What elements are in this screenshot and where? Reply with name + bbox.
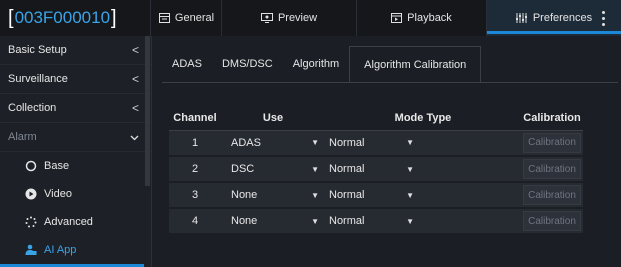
sidebar-subitem-label: Base — [44, 160, 70, 172]
video-icon — [24, 187, 38, 201]
tab-adas[interactable]: ADAS — [162, 46, 212, 82]
chevron-down-icon — [130, 130, 139, 144]
more-menu-icon[interactable] — [585, 0, 621, 36]
tab-divider — [162, 82, 618, 83]
use-select-value: None — [231, 215, 258, 227]
sidebar-subitem-video[interactable]: Video — [0, 180, 151, 208]
sidebar-subitem-label: Advanced — [44, 216, 93, 228]
use-select[interactable]: DSC ▼ — [221, 158, 325, 180]
tab-playback[interactable]: Playback — [357, 0, 487, 36]
device-id-label: [003F000010] — [0, 0, 151, 36]
mode-type-select[interactable]: Normal ▼ — [325, 132, 420, 154]
preferences-icon — [515, 13, 527, 23]
use-select[interactable]: ADAS ▼ — [221, 132, 325, 154]
table-row: 2 DSC ▼ Normal ▼ Calibration — [169, 156, 583, 183]
calibration-table: Channel Use Mode Type Calibration 1 ADAS… — [169, 106, 583, 235]
sidebar-scrollbar[interactable] — [145, 36, 150, 186]
sidebar-item-label: Alarm — [8, 131, 37, 143]
channel-cell: 3 — [169, 182, 221, 209]
column-header-calibration: Calibration — [521, 106, 583, 131]
tab-dms-dsc[interactable]: DMS/DSC — [212, 46, 283, 82]
table-row: 1 ADAS ▼ Normal ▼ Calibration — [169, 130, 583, 157]
preview-icon — [260, 13, 273, 23]
calibration-button[interactable]: Calibration — [523, 159, 581, 179]
column-header-mode-type: Mode Type — [325, 106, 521, 131]
table-header-row: Channel Use Mode Type Calibration — [169, 106, 583, 131]
sidebar-subitem-label: AI App — [44, 244, 77, 256]
use-select-value: ADAS — [231, 136, 261, 149]
playback-icon — [391, 13, 403, 23]
use-select[interactable]: None ▼ — [221, 210, 325, 232]
mode-type-select[interactable]: Normal ▼ — [325, 184, 420, 206]
sidebar-item-basic-setup[interactable]: Basic Setup < — [0, 36, 151, 65]
sidebar-subitem-advanced[interactable]: Advanced — [0, 208, 151, 236]
chevron-left-icon: < — [131, 43, 139, 57]
sidebar: Basic Setup < Surveillance < Collection … — [0, 36, 152, 267]
use-select[interactable]: None ▼ — [221, 184, 325, 206]
dropdown-caret-icon: ▼ — [311, 138, 319, 148]
table-row: 4 None ▼ Normal ▼ Calibration — [169, 208, 583, 235]
tab-preferences-label: Preferences — [532, 12, 593, 24]
tab-algorithm[interactable]: Algorithm — [283, 46, 349, 82]
tab-preview[interactable]: Preview — [222, 0, 357, 36]
general-icon — [158, 13, 170, 23]
main-content: ADAS DMS/DSC Algorithm Algorithm Calibra… — [152, 36, 621, 267]
mode-type-select[interactable]: Normal ▼ — [325, 210, 420, 232]
sidebar-subitem-ai-app[interactable]: AI App — [0, 236, 151, 264]
calibration-button[interactable]: Calibration — [523, 211, 581, 231]
use-select-value: DSC — [231, 163, 255, 175]
chevron-left-icon: < — [131, 72, 139, 86]
advanced-icon — [24, 215, 38, 229]
tab-general[interactable]: General — [152, 0, 222, 36]
column-header-use: Use — [221, 106, 325, 131]
mode-select-value: Normal — [329, 215, 365, 227]
tab-preview-label: Preview — [277, 12, 318, 24]
dropdown-caret-icon: ▼ — [311, 164, 319, 174]
sidebar-subitem-base[interactable]: Base — [0, 152, 151, 180]
sidebar-item-label: Collection — [8, 102, 57, 114]
dropdown-caret-icon: ▼ — [406, 138, 414, 148]
use-select-value: None — [231, 189, 258, 201]
sidebar-item-label: Surveillance — [8, 73, 68, 85]
mode-select-value: Normal — [329, 163, 365, 175]
channel-cell: 4 — [169, 208, 221, 235]
top-bar: [003F000010] General Preview Playback Pr… — [0, 0, 621, 36]
calibration-button[interactable]: Calibration — [523, 132, 581, 153]
tab-playback-label: Playback — [407, 12, 452, 24]
dropdown-caret-icon: ▼ — [406, 164, 414, 174]
channel-cell: 1 — [169, 130, 221, 157]
dropdown-caret-icon: ▼ — [311, 190, 319, 200]
sidebar-item-alarm[interactable]: Alarm — [0, 123, 151, 152]
column-header-channel: Channel — [169, 106, 221, 131]
top-tabs: General Preview Playback Preferences — [152, 0, 621, 36]
sidebar-item-surveillance[interactable]: Surveillance < — [0, 65, 151, 94]
channel-cell: 2 — [169, 156, 221, 183]
ai-app-icon — [24, 243, 38, 257]
mode-select-value: Normal — [329, 189, 365, 201]
mode-type-select[interactable]: Normal ▼ — [325, 158, 420, 180]
sidebar-item-label: Basic Setup — [8, 44, 67, 56]
tab-general-label: General — [174, 12, 215, 24]
sidebar-subitem-label: Video — [44, 188, 72, 200]
tab-algorithm-calibration[interactable]: Algorithm Calibration — [349, 46, 482, 82]
chevron-left-icon: < — [131, 101, 139, 115]
sidebar-item-collection[interactable]: Collection < — [0, 94, 151, 123]
dropdown-caret-icon: ▼ — [311, 216, 319, 226]
mode-select-value: Normal — [329, 136, 365, 149]
table-row: 3 None ▼ Normal ▼ Calibration — [169, 182, 583, 209]
sub-tabs: ADAS DMS/DSC Algorithm Algorithm Calibra… — [162, 46, 482, 82]
dropdown-caret-icon: ▼ — [406, 190, 414, 200]
dropdown-caret-icon: ▼ — [406, 216, 414, 226]
circle-icon — [24, 159, 38, 173]
calibration-button[interactable]: Calibration — [523, 185, 581, 205]
